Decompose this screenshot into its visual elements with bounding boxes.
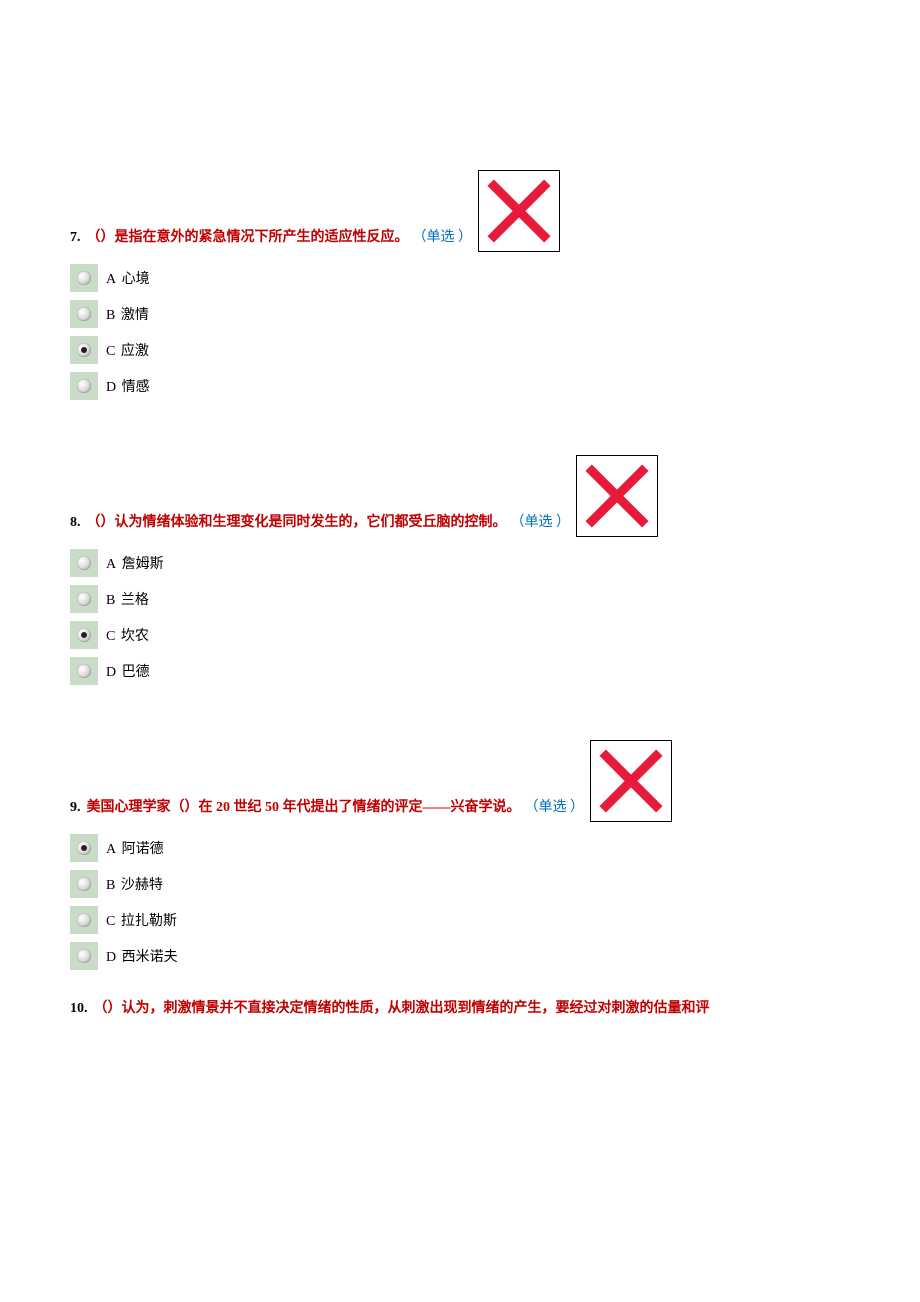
question-8-text: （）认为情绪体验和生理变化是同时发生的，它们都受丘脑的控制。 (87, 510, 507, 535)
radio-icon (70, 300, 98, 328)
x-mark-icon (485, 177, 553, 245)
question-7-header: 7. （）是指在意外的紧急情况下所产生的适应性反应。 （单选 ） (70, 170, 850, 250)
question-9-text: 美国心理学家（）在 20 世纪 50 年代提出了情绪的评定——兴奋学说。 (87, 795, 521, 820)
question-9-option-d-label: D 西米诺夫 (106, 946, 178, 966)
question-7-number: 7. (70, 225, 81, 250)
question-7-option-c[interactable]: C 应激 (70, 336, 850, 364)
question-8-option-a[interactable]: A 詹姆斯 (70, 549, 850, 577)
radio-icon (70, 549, 98, 577)
question-8-option-d-label: D 巴德 (106, 661, 150, 681)
question-7-option-a-label: A 心境 (106, 268, 150, 288)
radio-icon-selected (70, 834, 98, 862)
question-8-number: 8. (70, 510, 81, 535)
question-8-option-c[interactable]: C 坎农 (70, 621, 850, 649)
radio-icon (70, 585, 98, 613)
question-9-result-wrong (590, 740, 672, 822)
question-9-number: 9. (70, 795, 81, 820)
radio-icon (70, 372, 98, 400)
question-7-option-b-label: B 激情 (106, 304, 149, 324)
question-9-option-a[interactable]: A 阿诺德 (70, 834, 850, 862)
question-8-header: 8. （）认为情绪体验和生理变化是同时发生的，它们都受丘脑的控制。 （单选 ） (70, 455, 850, 535)
question-7-option-a[interactable]: A 心境 (70, 264, 850, 292)
question-8-option-d[interactable]: D 巴德 (70, 657, 850, 685)
question-9-option-d[interactable]: D 西米诺夫 (70, 942, 850, 970)
question-9-option-c-label: C 拉扎勒斯 (106, 910, 177, 930)
question-7-option-c-label: C 应激 (106, 340, 149, 360)
question-8-option-c-label: C 坎农 (106, 625, 149, 645)
question-9-option-a-label: A 阿诺德 (106, 838, 164, 858)
question-9-option-b[interactable]: B 沙赫特 (70, 870, 850, 898)
question-8-option-b-label: B 兰格 (106, 589, 149, 609)
question-7-option-d-label: D 情感 (106, 376, 150, 396)
question-9-header: 9. 美国心理学家（）在 20 世纪 50 年代提出了情绪的评定——兴奋学说。 … (70, 740, 850, 820)
question-10-text: （）认为，刺激情景并不直接决定情绪的性质，从刺激出现到情绪的产生，要经过对刺激的… (94, 996, 710, 1021)
question-7-text: （）是指在意外的紧急情况下所产生的适应性反应。 (87, 225, 409, 250)
question-8-option-b[interactable]: B 兰格 (70, 585, 850, 613)
radio-icon (70, 942, 98, 970)
x-mark-icon (583, 462, 651, 530)
question-10-header: 10. （）认为，刺激情景并不直接决定情绪的性质，从刺激出现到情绪的产生，要经过… (70, 996, 850, 1021)
question-9-option-b-label: B 沙赫特 (106, 874, 163, 894)
x-mark-icon (597, 747, 665, 815)
question-7-option-b[interactable]: B 激情 (70, 300, 850, 328)
question-8-type: （单选 ） (511, 510, 571, 535)
question-9-option-c[interactable]: C 拉扎勒斯 (70, 906, 850, 934)
question-8-result-wrong (576, 455, 658, 537)
question-10-number: 10. (70, 996, 88, 1021)
radio-icon (70, 264, 98, 292)
radio-icon (70, 870, 98, 898)
radio-icon (70, 906, 98, 934)
radio-icon-selected (70, 621, 98, 649)
question-8-option-a-label: A 詹姆斯 (106, 553, 164, 573)
radio-icon (70, 657, 98, 685)
question-7-type: （单选 ） (413, 225, 473, 250)
radio-icon-selected (70, 336, 98, 364)
question-7-result-wrong (478, 170, 560, 252)
question-7-option-d[interactable]: D 情感 (70, 372, 850, 400)
question-9-type: （单选 ） (525, 795, 585, 820)
